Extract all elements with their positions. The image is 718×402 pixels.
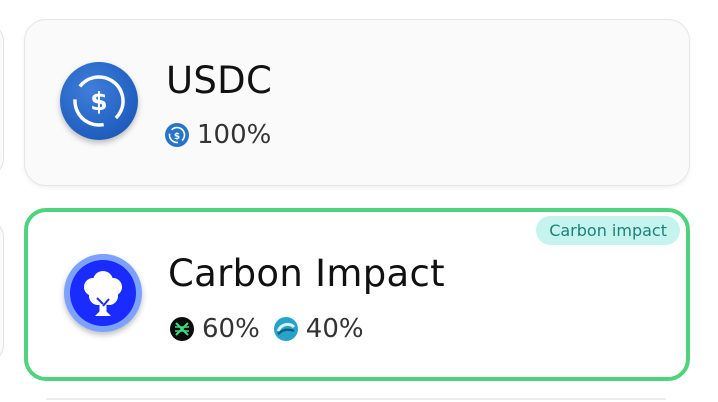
usdc-icon: $ — [165, 123, 189, 147]
partial-card-left-bottom[interactable] — [0, 220, 4, 362]
carbon-token-icon — [170, 317, 194, 341]
card-title: Carbon Impact — [168, 252, 445, 295]
allocation-row: 60% 40% — [170, 314, 378, 344]
swirl-token-icon — [273, 317, 298, 341]
allocation-percent: 100% — [197, 120, 272, 150]
svg-text:$: $ — [174, 132, 180, 142]
allocation-percent: 60% — [202, 314, 260, 344]
card-title: USDC — [166, 59, 273, 102]
svg-text:$: $ — [90, 87, 107, 116]
portfolio-list: $ USDC $ 100% Carbon impact Carbon Impac… — [0, 0, 718, 402]
tree-icon — [64, 254, 142, 332]
divider — [46, 398, 666, 400]
portfolio-card-usdc[interactable]: $ USDC $ 100% — [24, 19, 690, 186]
usdc-coin-icon: $ — [60, 62, 138, 140]
allocation-row: $ 100% — [165, 120, 285, 150]
allocation-percent: 40% — [305, 314, 364, 344]
portfolio-card-carbon-impact[interactable]: Carbon impact Carbon Impact 60% 40% — [24, 208, 690, 381]
category-badge: Carbon impact — [536, 216, 680, 245]
partial-card-left-top[interactable] — [0, 24, 4, 176]
